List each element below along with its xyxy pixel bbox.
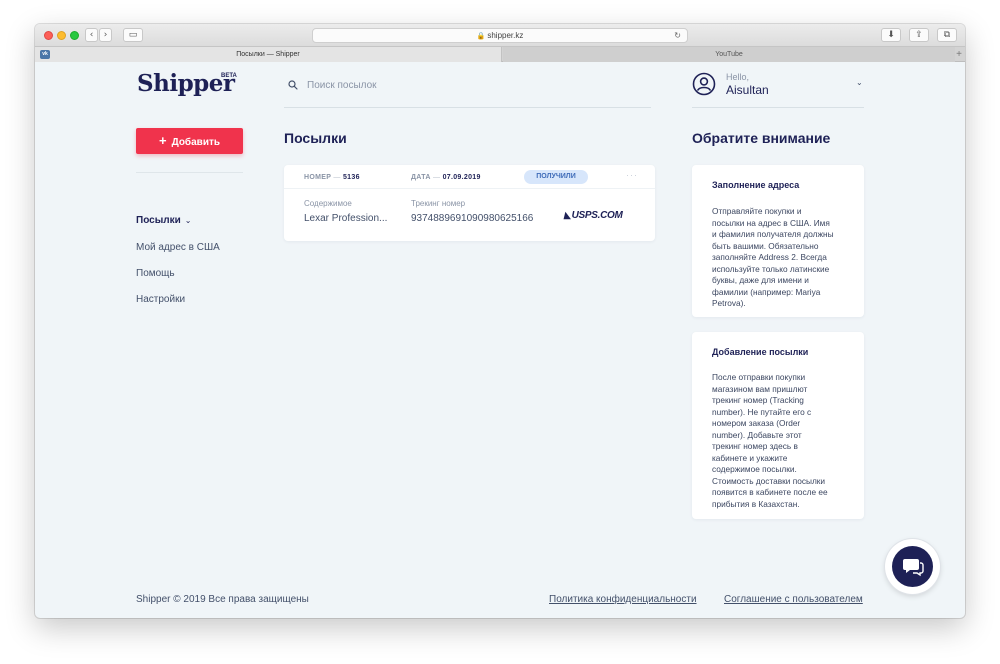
reload-icon[interactable]: ↻ [674, 29, 681, 42]
note-line: посылки на адрес в США. Имя [712, 217, 830, 228]
sidebar-item-settings[interactable]: Настройки [136, 294, 185, 305]
tab-bar: vk Посылки — Shipper YouTube + [35, 47, 965, 62]
parcel-date-label: ДАТА [411, 174, 431, 181]
note-line: трекинг номер (Tracking [712, 395, 804, 405]
notes-title: Обратите внимание [692, 130, 831, 146]
tab-label: Посылки — Shipper [236, 51, 300, 58]
usps-logo: ◣USPS.COM [564, 210, 623, 221]
browser-toolbar: ‹ › ▭ 🔒 shipper.kz ↻ ⬇ ⇪ ⧉ [35, 24, 965, 47]
sidebar-item-us-address[interactable]: Мой адрес в США [136, 242, 220, 253]
note-title: Добавление посылки [712, 347, 809, 357]
search-input[interactable] [307, 77, 607, 93]
user-agreement-link[interactable]: Соглашение с пользователем [724, 594, 863, 605]
note-line: содержимое посылки. [712, 464, 797, 474]
note-line: магазином вам пришлют [712, 383, 808, 394]
chevron-down-icon[interactable]: ⌄ [856, 78, 863, 87]
note-card-add-parcel: Добавление посылки После отправки покупк… [692, 332, 864, 519]
chevron-down-icon: ⌄ [184, 216, 192, 225]
note-line: Стоимость доставки посылки [712, 475, 826, 486]
parcel-card[interactable]: НОМЕР — 5136 ДАТА — 07.09.2019 ПОЛУЧИЛИ … [284, 165, 655, 241]
note-line: появится в кабинете после ее [712, 487, 828, 497]
note-title: Заполнение адреса [712, 180, 800, 190]
more-options-icon[interactable]: ··· [626, 170, 638, 180]
note-line: используйте только латинские [712, 263, 830, 274]
beta-badge: BETA [221, 73, 237, 79]
note-line: number). Не путайте его с [712, 406, 812, 417]
tracking-number[interactable]: 9374889691090980625166 [411, 213, 533, 224]
tab-youtube[interactable]: YouTube [503, 47, 955, 62]
parcel-number-label: НОМЕР [304, 174, 332, 181]
note-line: После отправки покупки [712, 372, 806, 382]
parcel-number: НОМЕР — 5136 [304, 174, 360, 181]
maximize-window-button[interactable] [70, 31, 79, 40]
note-line: Отправляйте покупки и [712, 206, 802, 216]
note-line: прибытия в Казахстан. [712, 498, 800, 509]
carrier-name: USPS.COM [571, 210, 623, 221]
user-icon[interactable] [692, 72, 716, 96]
address-text: shipper.kz [487, 31, 524, 40]
minimize-window-button[interactable] [57, 31, 66, 40]
sidebar-item-help[interactable]: Помощь [136, 268, 175, 279]
user-greeting: Hello, [726, 72, 750, 82]
page-title: Посылки [284, 130, 347, 146]
add-parcel-button[interactable]: + Добавить [136, 128, 243, 154]
user-underline [692, 107, 864, 108]
chat-icon [903, 559, 924, 577]
back-icon[interactable]: ‹ [85, 28, 98, 42]
parcel-card-header: НОМЕР — 5136 ДАТА — 07.09.2019 ПОЛУЧИЛИ … [284, 165, 655, 189]
sidebar-divider [136, 172, 243, 173]
download-icon[interactable]: ⬇ [881, 28, 901, 42]
footer-copyright: Shipper © 2019 Все права защищены [136, 594, 309, 605]
note-line: Petrova). [712, 298, 746, 308]
note-line: заполняйте Address 2. Всегда [712, 252, 827, 262]
new-tab-icon[interactable]: + [956, 47, 962, 62]
note-line: number). Добавьте этот [712, 429, 802, 440]
lock-icon: 🔒 [476, 33, 486, 40]
sidebar-item-parcels[interactable]: Посылки ⌄ [136, 215, 191, 226]
tab-shipper[interactable]: vk Посылки — Shipper [35, 47, 502, 62]
note-line: буквы, даже для имени и [712, 275, 809, 285]
privacy-policy-link[interactable]: Политика конфиденциальности [549, 594, 697, 605]
search-underline [284, 107, 651, 108]
note-text: Отправляйте покупки и посылки на адрес в… [712, 206, 852, 310]
tabs-overview-icon[interactable]: ⧉ [937, 28, 957, 42]
browser-window: ‹ › ▭ 🔒 shipper.kz ↻ ⬇ ⇪ ⧉ vk Посылки — S… [35, 24, 965, 618]
note-line: номером заказа (Order [712, 418, 801, 428]
plus-icon: + [158, 133, 167, 148]
note-card-address: Заполнение адреса Отправляйте покупки и … [692, 165, 864, 317]
status-badge: ПОЛУЧИЛИ [524, 170, 588, 184]
parcel-number-value: 5136 [342, 174, 360, 181]
tracking-label: Трекинг номер [411, 199, 466, 208]
note-line: кабинете и укажите [712, 452, 788, 463]
parcel-date-value: 07.09.2019 [442, 174, 481, 181]
user-name[interactable]: Aisultan [726, 83, 769, 97]
sidebar-item-label: Посылки [136, 215, 181, 226]
chat-button-inner [892, 546, 933, 587]
logo[interactable]: Shipper [137, 70, 235, 97]
close-window-button[interactable] [44, 31, 53, 40]
tab-label: YouTube [715, 51, 743, 58]
parcel-date: ДАТА — 07.09.2019 [411, 174, 481, 181]
add-parcel-label: Добавить [171, 137, 221, 148]
share-icon[interactable]: ⇪ [909, 28, 929, 42]
note-line: трекинг номер здесь в [712, 441, 798, 451]
chat-button[interactable] [885, 539, 940, 594]
page: Shipper BETA + Добавить Посылки ⌄ Мой адре… [35, 62, 965, 618]
vk-icon: vk [40, 50, 50, 59]
sidebar-toggle-icon[interactable]: ▭ [123, 28, 143, 42]
search-icon [288, 80, 298, 90]
address-bar[interactable]: 🔒 shipper.kz ↻ [312, 28, 688, 43]
note-line: фамилии (например: Mariya [712, 286, 821, 297]
note-text: После отправки покупки магазином вам при… [712, 372, 852, 510]
note-line: и фамилия получателя должны [712, 229, 834, 239]
forward-icon[interactable]: › [99, 28, 112, 42]
content-label: Содержимое [304, 199, 352, 208]
usps-eagle-icon: ◣ [564, 210, 571, 220]
note-line: быть вашими. Обязательно [712, 240, 819, 251]
content-value: Lexar Profession... [304, 213, 388, 224]
